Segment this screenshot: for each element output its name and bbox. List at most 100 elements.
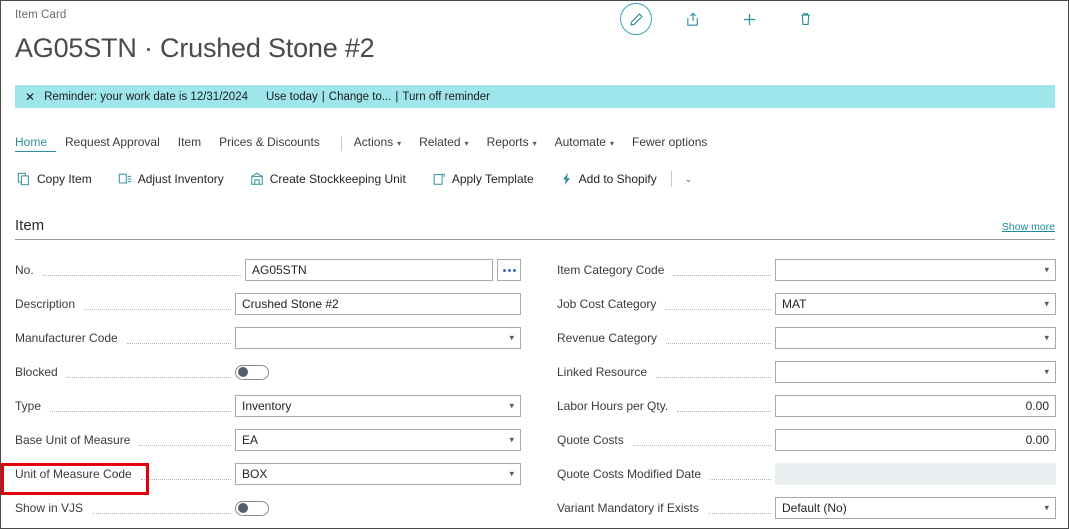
field-manufacturer-code: Manufacturer Code ▾ xyxy=(15,321,521,355)
tab-prices-discounts[interactable]: Prices & Discounts xyxy=(219,133,329,153)
toggle-knob xyxy=(238,367,248,377)
tab-request-approval[interactable]: Request Approval xyxy=(65,133,169,153)
field-unit-of-measure-code-label: Unit of Measure Code xyxy=(15,467,137,481)
tab-divider xyxy=(340,135,342,151)
chevron-down-icon: ▾ xyxy=(397,139,402,148)
copy-item-button[interactable]: Copy Item xyxy=(17,172,92,186)
field-unit-of-measure-code: Unit of Measure Code BOX ▾ xyxy=(15,457,521,491)
job-cost-category-dropdown[interactable]: MAT ▾ xyxy=(775,293,1056,315)
leader-dots xyxy=(707,512,771,514)
show-in-vjs-toggle[interactable] xyxy=(235,500,269,516)
linked-resource-dropdown[interactable]: ▾ xyxy=(775,361,1056,383)
field-base-unit-of-measure: Base Unit of Measure EA ▾ xyxy=(15,423,521,457)
base-unit-of-measure-dropdown[interactable]: EA ▾ xyxy=(235,429,521,451)
tab-home[interactable]: Home xyxy=(15,133,57,152)
trash-icon[interactable] xyxy=(790,4,820,34)
type-dropdown[interactable]: Inventory ▾ xyxy=(235,395,521,417)
tab-fewer-options-label: Fewer options xyxy=(632,135,708,149)
tab-reports[interactable]: Reports ▾ xyxy=(487,133,546,153)
leader-dots xyxy=(677,410,771,412)
field-no-label: No. xyxy=(15,263,39,277)
apply-template-button[interactable]: Apply Template xyxy=(432,172,534,186)
close-icon[interactable]: ✕ xyxy=(25,91,35,103)
tab-automate-label: Automate xyxy=(554,135,606,149)
base-unit-of-measure-value: EA xyxy=(242,433,259,447)
change-to-link[interactable]: Change to... xyxy=(329,91,392,103)
tab-bar: Home Request Approval Item Prices & Disc… xyxy=(15,133,725,153)
variant-mandatory-if-exists-dropdown[interactable]: Default (No) ▾ xyxy=(775,497,1056,519)
tab-actions[interactable]: Actions ▾ xyxy=(354,133,410,153)
tab-reports-label: Reports xyxy=(486,135,529,149)
field-show-in-vjs: Show in VJS xyxy=(15,491,521,525)
tab-fewer-options[interactable]: Fewer options xyxy=(632,133,716,153)
leader-dots xyxy=(673,274,771,276)
section-divider xyxy=(15,239,1055,240)
leader-dots xyxy=(84,308,231,310)
chevron-down-icon: ▾ xyxy=(1044,366,1049,377)
chevron-down-icon: ▾ xyxy=(1044,332,1049,343)
tab-actions-label: Actions xyxy=(353,135,394,149)
item-category-code-dropdown[interactable]: ▾ xyxy=(775,259,1056,281)
labor-hours-per-qty-input[interactable]: 0.00 xyxy=(775,395,1056,417)
tab-related[interactable]: Related ▾ xyxy=(419,133,477,153)
chevron-down-icon: ▾ xyxy=(509,434,514,445)
item-card-page: Item Card AG05STN · Crushed Stone #2 ✕ R… xyxy=(0,0,1069,529)
add-to-shopify-label: Add to Shopify xyxy=(578,172,657,186)
create-stockkeeping-unit-button[interactable]: Create Stockkeeping Unit xyxy=(250,172,406,186)
leader-dots xyxy=(42,274,241,276)
chevron-down-icon[interactable]: ⌄ xyxy=(681,174,697,185)
leader-dots xyxy=(92,512,231,514)
unit-of-measure-code-dropdown[interactable]: BOX ▾ xyxy=(235,463,521,485)
field-item-category-code-label: Item Category Code xyxy=(557,263,670,277)
blocked-toggle[interactable] xyxy=(235,364,269,380)
leader-dots xyxy=(632,444,771,446)
edit-pencil-icon[interactable] xyxy=(620,3,652,35)
adjust-inventory-label: Adjust Inventory xyxy=(137,172,224,186)
chevron-down-icon: ▾ xyxy=(509,468,514,479)
field-labor-hours-per-qty-label: Labor Hours per Qty. xyxy=(557,399,674,413)
field-revenue-category-label: Revenue Category xyxy=(557,331,663,345)
manufacturer-code-dropdown[interactable]: ▾ xyxy=(235,327,521,349)
plus-icon[interactable] xyxy=(734,4,764,34)
use-today-link[interactable]: Use today xyxy=(266,91,318,103)
turn-off-reminder-link[interactable]: Turn off reminder xyxy=(402,91,490,103)
chevron-down-icon: ▾ xyxy=(509,332,514,343)
no-input[interactable]: AG05STN xyxy=(245,259,493,281)
tab-item[interactable]: Item xyxy=(178,133,210,153)
tab-automate[interactable]: Automate ▾ xyxy=(555,133,623,153)
field-manufacturer-code-label: Manufacturer Code xyxy=(15,331,123,345)
share-icon[interactable] xyxy=(678,4,708,34)
action-ribbon: Copy Item Adjust Inventory Create Stockk… xyxy=(17,171,696,187)
revenue-category-dropdown[interactable]: ▾ xyxy=(775,327,1056,349)
reminder-separator-1: | xyxy=(321,90,325,103)
field-quote-costs: Quote Costs 0.00 xyxy=(557,423,1056,457)
field-blocked-label: Blocked xyxy=(15,365,63,379)
assist-edit-button[interactable] xyxy=(497,259,521,281)
show-more-link[interactable]: Show more xyxy=(1002,221,1055,233)
tab-home-label: Home xyxy=(15,135,48,149)
variant-mandatory-if-exists-value: Default (No) xyxy=(782,501,847,515)
reminder-bar: ✕ Reminder: your work date is 12/31/2024… xyxy=(15,85,1055,108)
leader-dots xyxy=(656,376,771,378)
tab-item-label: Item xyxy=(177,135,202,149)
quote-costs-input[interactable]: 0.00 xyxy=(775,429,1056,451)
field-job-cost-category-label: Job Cost Category xyxy=(557,297,662,311)
shopify-icon xyxy=(560,172,573,186)
adjust-inventory-icon xyxy=(118,172,132,186)
field-type: Type Inventory ▾ xyxy=(15,389,521,423)
chevron-down-icon: ▾ xyxy=(509,400,514,411)
field-item-category-code: Item Category Code ▾ xyxy=(557,253,1056,287)
apply-template-icon xyxy=(432,172,446,186)
job-cost-category-value: MAT xyxy=(782,297,807,311)
field-variant-mandatory-if-exists-label: Variant Mandatory if Exists xyxy=(557,501,704,515)
field-blocked: Blocked xyxy=(15,355,521,389)
breadcrumb: Item Card xyxy=(15,9,67,21)
description-input[interactable]: Crushed Stone #2 xyxy=(235,293,521,315)
create-stockkeeping-unit-icon xyxy=(250,172,264,186)
add-to-shopify-button[interactable]: Add to Shopify xyxy=(560,172,657,186)
copy-item-label: Copy Item xyxy=(37,172,92,186)
chevron-down-icon: ▾ xyxy=(464,139,469,148)
adjust-inventory-button[interactable]: Adjust Inventory xyxy=(118,172,224,186)
field-labor-hours-per-qty: Labor Hours per Qty. 0.00 xyxy=(557,389,1056,423)
field-quote-costs-label: Quote Costs xyxy=(557,433,629,447)
